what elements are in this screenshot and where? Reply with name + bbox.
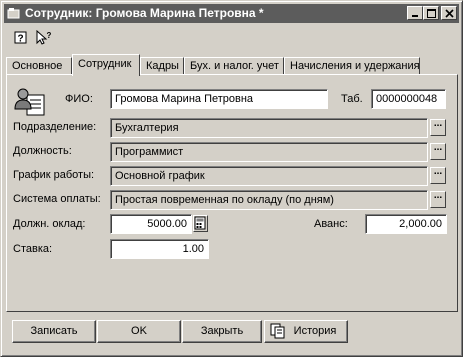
employee-card-icon xyxy=(13,87,47,117)
history-button[interactable]: История xyxy=(264,320,348,343)
schedule-select-button[interactable]: ... xyxy=(430,167,446,184)
save-button[interactable]: Записать xyxy=(12,320,96,343)
calculator-icon[interactable] xyxy=(193,215,208,232)
tab-personnel[interactable]: Кадры xyxy=(140,57,184,75)
svg-text:?: ? xyxy=(47,31,52,40)
tab-employee[interactable]: Сотрудник xyxy=(72,54,140,76)
tab-main[interactable]: Основное xyxy=(6,57,72,75)
window-icon xyxy=(7,7,20,20)
position-label: Должность: xyxy=(13,145,72,157)
payment-system-select-button[interactable]: ... xyxy=(430,191,446,208)
tab-accounting[interactable]: Бух. и налог. учет xyxy=(184,57,284,75)
window-title: Сотрудник: Громова Марина Петровна * xyxy=(25,6,264,20)
employee-window: Сотрудник: Громова Марина Петровна * ? ?… xyxy=(0,0,463,357)
close-button[interactable]: Закрыть xyxy=(182,320,262,343)
department-select-button[interactable]: ... xyxy=(430,119,446,136)
history-label: История xyxy=(293,325,337,337)
fio-field[interactable]: Громова Марина Петровна xyxy=(110,89,328,109)
whats-this-icon[interactable]: ? xyxy=(35,29,52,46)
position-select-button[interactable]: ... xyxy=(430,143,446,160)
schedule-label: График работы: xyxy=(13,169,95,181)
salary-label: Должн. оклад: xyxy=(13,218,86,230)
department-label: Подразделение: xyxy=(13,121,97,133)
maximize-icon[interactable] xyxy=(423,6,439,20)
department-field[interactable]: Бухгалтерия xyxy=(110,118,428,138)
position-field[interactable]: Программист xyxy=(110,142,428,162)
ok-button[interactable]: OK xyxy=(97,320,181,343)
schedule-field[interactable]: Основной график xyxy=(110,166,428,186)
svg-text:?: ? xyxy=(17,34,23,45)
advance-label: Аванс: xyxy=(314,218,348,230)
minimize-icon[interactable] xyxy=(407,6,423,20)
tab-number-field[interactable]: 0000000048 xyxy=(371,89,446,109)
title-bar: Сотрудник: Громова Марина Петровна * xyxy=(4,4,459,23)
payment-system-label: Система оплаты: xyxy=(13,193,101,205)
tab-accruals[interactable]: Начисления и удержания xyxy=(284,57,420,75)
advance-field[interactable]: 2,000.00 xyxy=(365,214,447,234)
tab-number-label: Таб. xyxy=(341,93,363,105)
help-icon[interactable]: ? xyxy=(13,30,29,46)
rate-label: Ставка: xyxy=(13,243,53,255)
payment-system-field[interactable]: Простая повременная по окладу (по дням) xyxy=(110,190,428,210)
rate-field[interactable]: 1.00 xyxy=(110,239,209,259)
fio-label: ФИО: xyxy=(65,93,93,105)
close-icon[interactable] xyxy=(441,6,457,20)
salary-field[interactable]: 5000.00 xyxy=(110,214,192,234)
history-icon xyxy=(270,323,286,346)
